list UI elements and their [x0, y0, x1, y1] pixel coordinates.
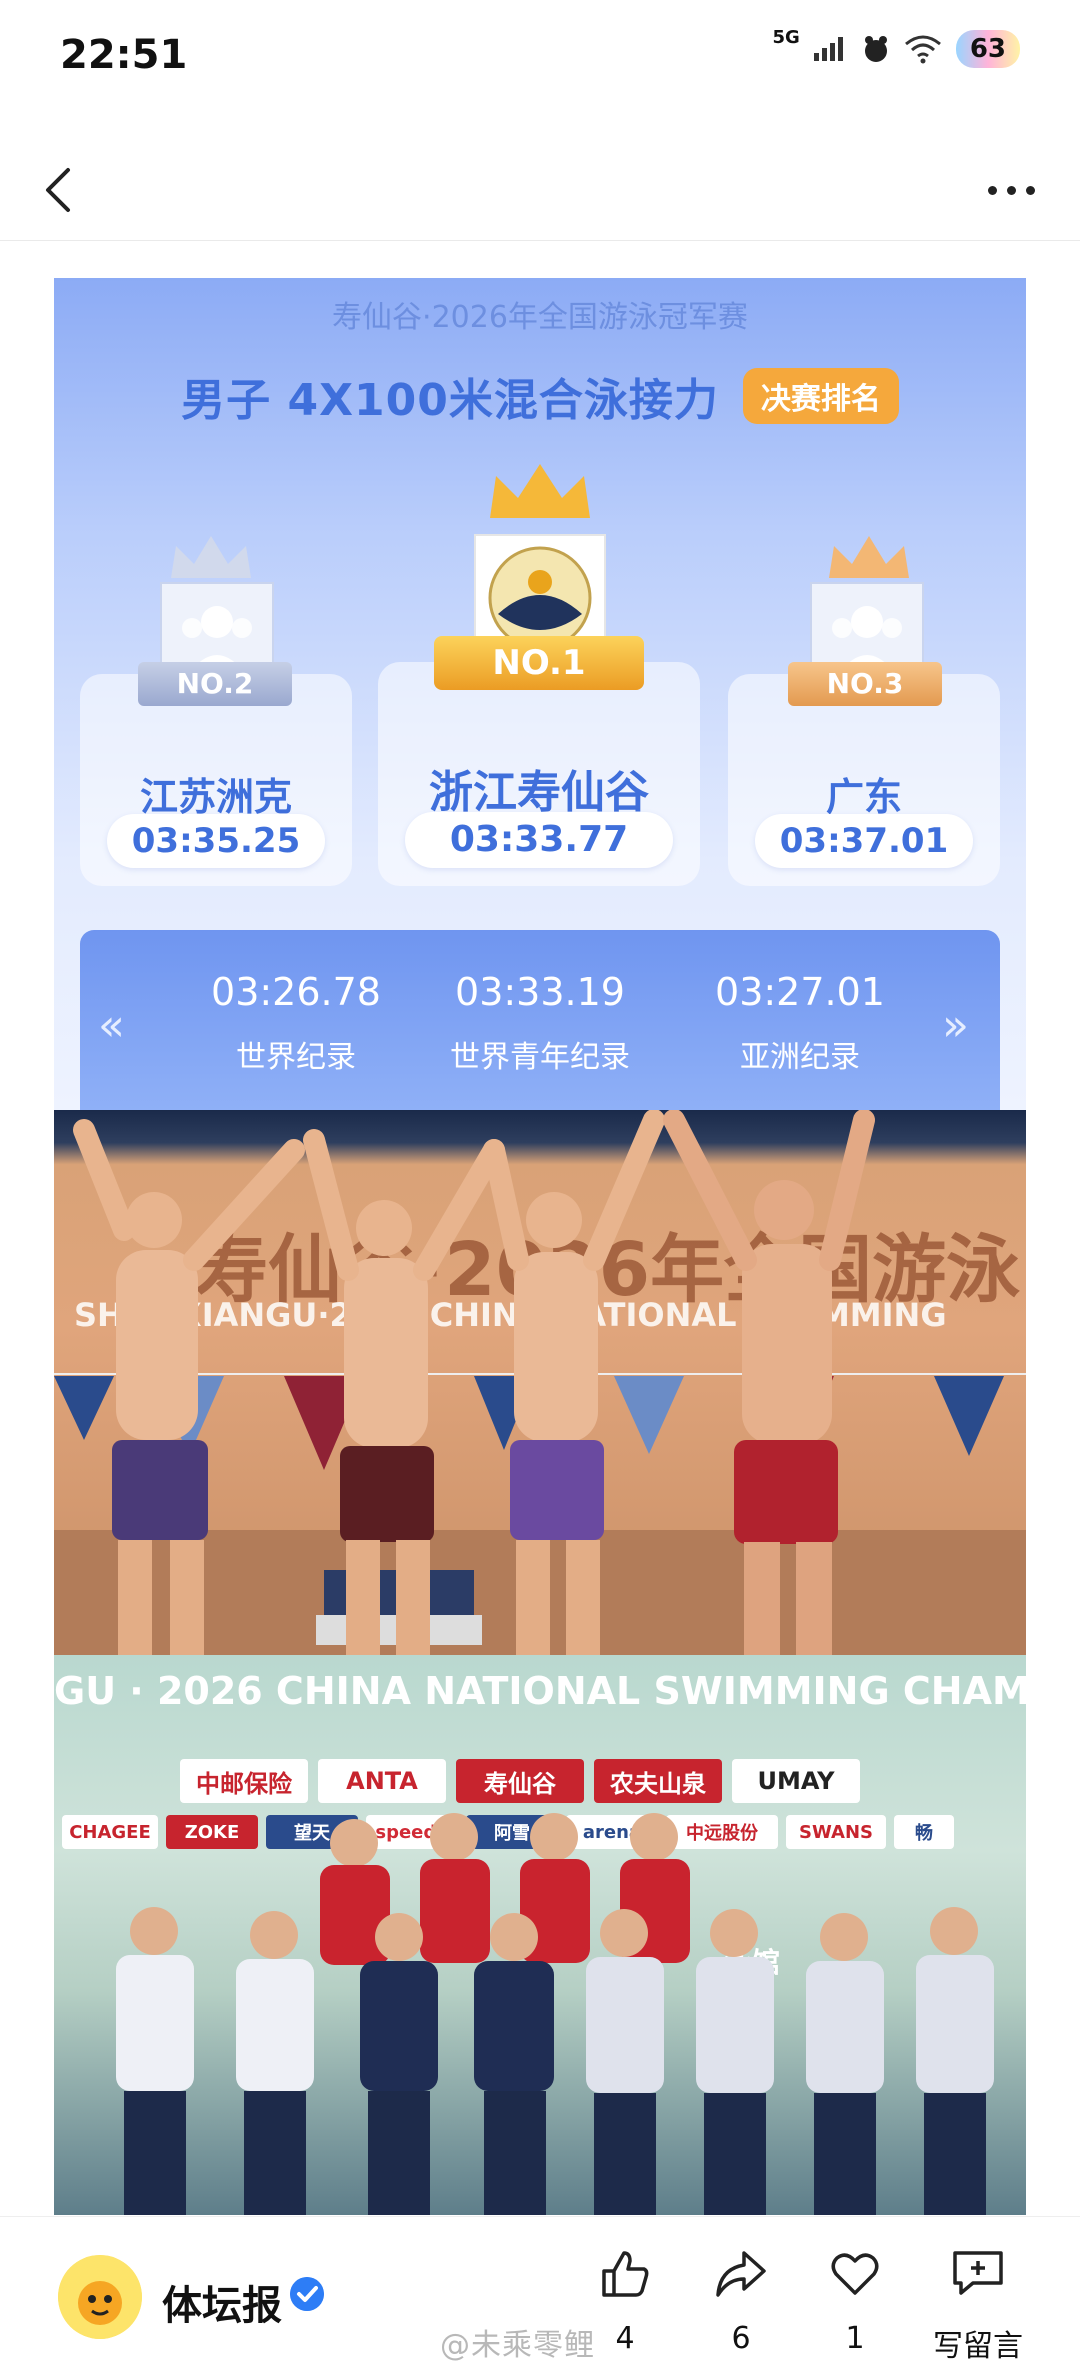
- record-label: 世界青年纪录: [450, 1040, 630, 1075]
- double-chevron-left-icon[interactable]: «: [98, 1000, 125, 1051]
- author-name[interactable]: 体坛报: [162, 2273, 282, 2331]
- record-time: 03:26.78: [211, 970, 381, 1014]
- record-world: 03:26.78 世界纪录: [176, 970, 416, 1076]
- heart-icon: [831, 2253, 879, 2295]
- thumbs-up-icon: [602, 2251, 649, 2297]
- nav-bar: [0, 140, 1080, 241]
- more-button[interactable]: [976, 162, 1046, 218]
- battery-icon: 63: [955, 30, 1020, 68]
- event-title-row: 男子 4X100米混合泳接力 决赛排名: [54, 364, 1026, 428]
- crown-icon-silver: [171, 536, 251, 578]
- final-ranking-badge: 决赛排名: [742, 368, 899, 424]
- record-time: 03:33.19: [455, 970, 625, 1014]
- favorite-button[interactable]: 1: [800, 2247, 910, 2356]
- record-label: 世界纪录: [236, 1040, 356, 1075]
- team-name-first: 浙江寿仙谷: [429, 767, 649, 818]
- crown-icon-bronze: [829, 536, 909, 578]
- time-third: 03:37.01: [755, 814, 973, 868]
- record-asia: 03:27.01 亚洲纪录: [680, 970, 920, 1076]
- status-bar: 22:51 5G 63: [0, 0, 1080, 120]
- chevron-left-icon: [46, 168, 70, 212]
- signal-icon: [813, 37, 843, 61]
- team-name-third: 广东: [825, 775, 902, 819]
- verified-badge-icon: [290, 2277, 324, 2311]
- rank-ribbon-second: NO.2: [138, 662, 292, 706]
- rank-label-third: NO.3: [826, 667, 904, 700]
- share-arrow-icon: [716, 2251, 766, 2297]
- crown-icon-gold: [490, 464, 590, 518]
- record-world-junior: 03:33.19 世界青年纪录: [420, 970, 660, 1076]
- event-title: 男子 4X100米混合泳接力: [181, 375, 719, 426]
- record-time: 03:27.01: [715, 970, 885, 1014]
- time-first: 03:33.77: [405, 812, 673, 868]
- wifi-icon: [904, 35, 941, 64]
- team-name-second: 江苏洲克: [139, 775, 292, 819]
- back-button[interactable]: [34, 162, 90, 218]
- podium-first: 浙江寿仙谷 03:33.77: [378, 662, 700, 886]
- share-count: 6: [731, 2321, 751, 2356]
- favorite-count: 1: [845, 2321, 865, 2356]
- comment-label: 写留言: [933, 2329, 1023, 2364]
- share-button[interactable]: 6: [686, 2247, 796, 2356]
- event-subtitle: 寿仙谷·2026年全国游泳冠军赛: [332, 300, 748, 335]
- record-label: 亚洲纪录: [740, 1040, 860, 1075]
- comment-add-icon: [953, 2251, 1003, 2295]
- rank-label-first: NO.1: [492, 643, 586, 683]
- more-horizontal-icon: [987, 185, 997, 195]
- rank-label-second: NO.2: [176, 667, 254, 700]
- comment-button[interactable]: 写留言: [918, 2247, 1038, 2365]
- app-notification-icon: [864, 36, 887, 62]
- rank-ribbon-first: NO.1: [434, 636, 644, 690]
- watermark: @未乘零鲤: [440, 2328, 595, 2363]
- double-chevron-right-icon[interactable]: »: [942, 1000, 969, 1051]
- avatar[interactable]: [58, 2255, 142, 2339]
- author-logo-icon: [58, 2255, 142, 2339]
- rank-ribbon-third: NO.3: [788, 662, 942, 706]
- network-label: 5G: [772, 26, 800, 48]
- ranking-card: 寿仙谷·2026年全国游泳冠军赛 男子 4X100米混合泳接力 决赛排名 江苏洲…: [54, 278, 1026, 1110]
- photo-swimmers-celebrating[interactable]: 寿仙谷·2026年全国游泳 SHOUXIANGU·2026 CHINA NATI…: [54, 1110, 1026, 1655]
- photo-medal-ceremony[interactable]: GU · 2026 CHINA NATIONAL SWIMMING CHAMPI…: [54, 1655, 1026, 2215]
- status-icons: 5G 63: [772, 26, 1020, 68]
- athletes-group: [116, 1813, 994, 2215]
- records-panel: « 03:26.78 世界纪录 03:33.19 世界青年纪录 03:27.01…: [80, 930, 1000, 1110]
- swimmers-figures: [54, 1110, 1026, 1655]
- time-second: 03:35.25: [107, 814, 325, 868]
- status-time: 22:51: [60, 32, 188, 78]
